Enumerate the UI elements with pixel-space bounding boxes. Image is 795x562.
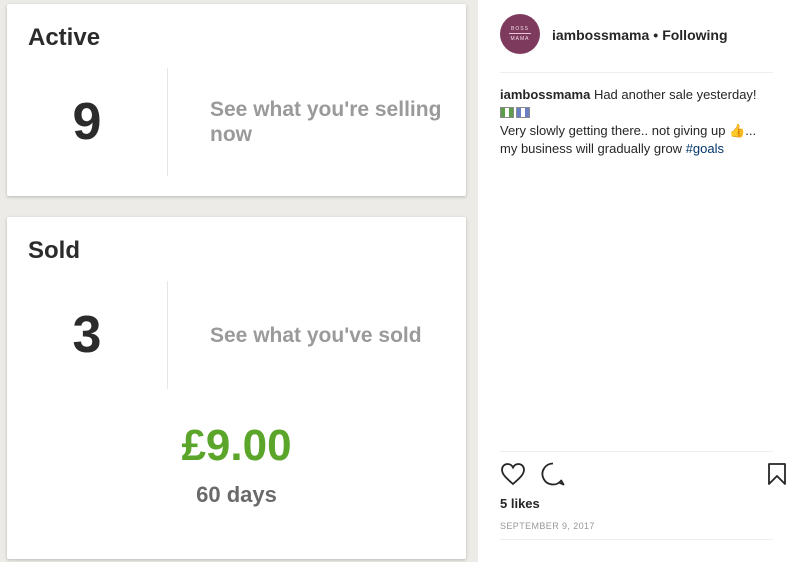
bookmark-icon[interactable]: [767, 462, 787, 486]
post-header: iambossmama • Following: [552, 27, 728, 43]
sold-listings-card[interactable]: Sold 3 See what you've sold £9.00 60 day…: [7, 217, 466, 559]
flag-emoji-icon: [500, 107, 514, 118]
separator: •: [653, 27, 659, 43]
header-divider: [500, 72, 773, 73]
sold-period: 60 days: [196, 482, 277, 507]
active-card-title: Active: [28, 24, 101, 51]
active-link[interactable]: See what you're selling now: [210, 97, 450, 147]
card-divider: [167, 281, 168, 389]
follow-status[interactable]: Following: [662, 27, 727, 43]
comment-icon[interactable]: [540, 461, 566, 487]
sold-amount: £9.00: [181, 421, 292, 470]
sold-card-title: Sold: [28, 237, 80, 264]
caption-username[interactable]: iambossmama: [500, 87, 590, 102]
footer-divider: [500, 539, 773, 540]
heart-icon[interactable]: [500, 462, 526, 486]
post-caption: iambossmama Had another sale yesterday! …: [500, 87, 757, 156]
active-listings-card[interactable]: Active 9 See what you're selling now: [7, 4, 466, 196]
actions-divider: [500, 451, 773, 452]
post-date: SEPTEMBER 9, 2017: [500, 521, 595, 531]
active-count: 9: [72, 93, 102, 151]
likes-count[interactable]: 5 likes: [500, 496, 540, 511]
sold-count: 3: [72, 306, 102, 364]
flag-emoji-icon: [516, 107, 530, 118]
hashtag-link[interactable]: #goals: [686, 141, 724, 156]
card-divider: [167, 68, 168, 176]
avatar[interactable]: BOSS MAMA: [500, 14, 540, 54]
instagram-post: BOSS MAMA iambossmama • Following iambossm…: [478, 0, 795, 562]
username-link[interactable]: iambossmama: [552, 27, 649, 43]
seller-dashboard: Active 9 See what you're selling now Sol…: [0, 0, 478, 562]
sold-link[interactable]: See what you've sold: [210, 323, 450, 348]
